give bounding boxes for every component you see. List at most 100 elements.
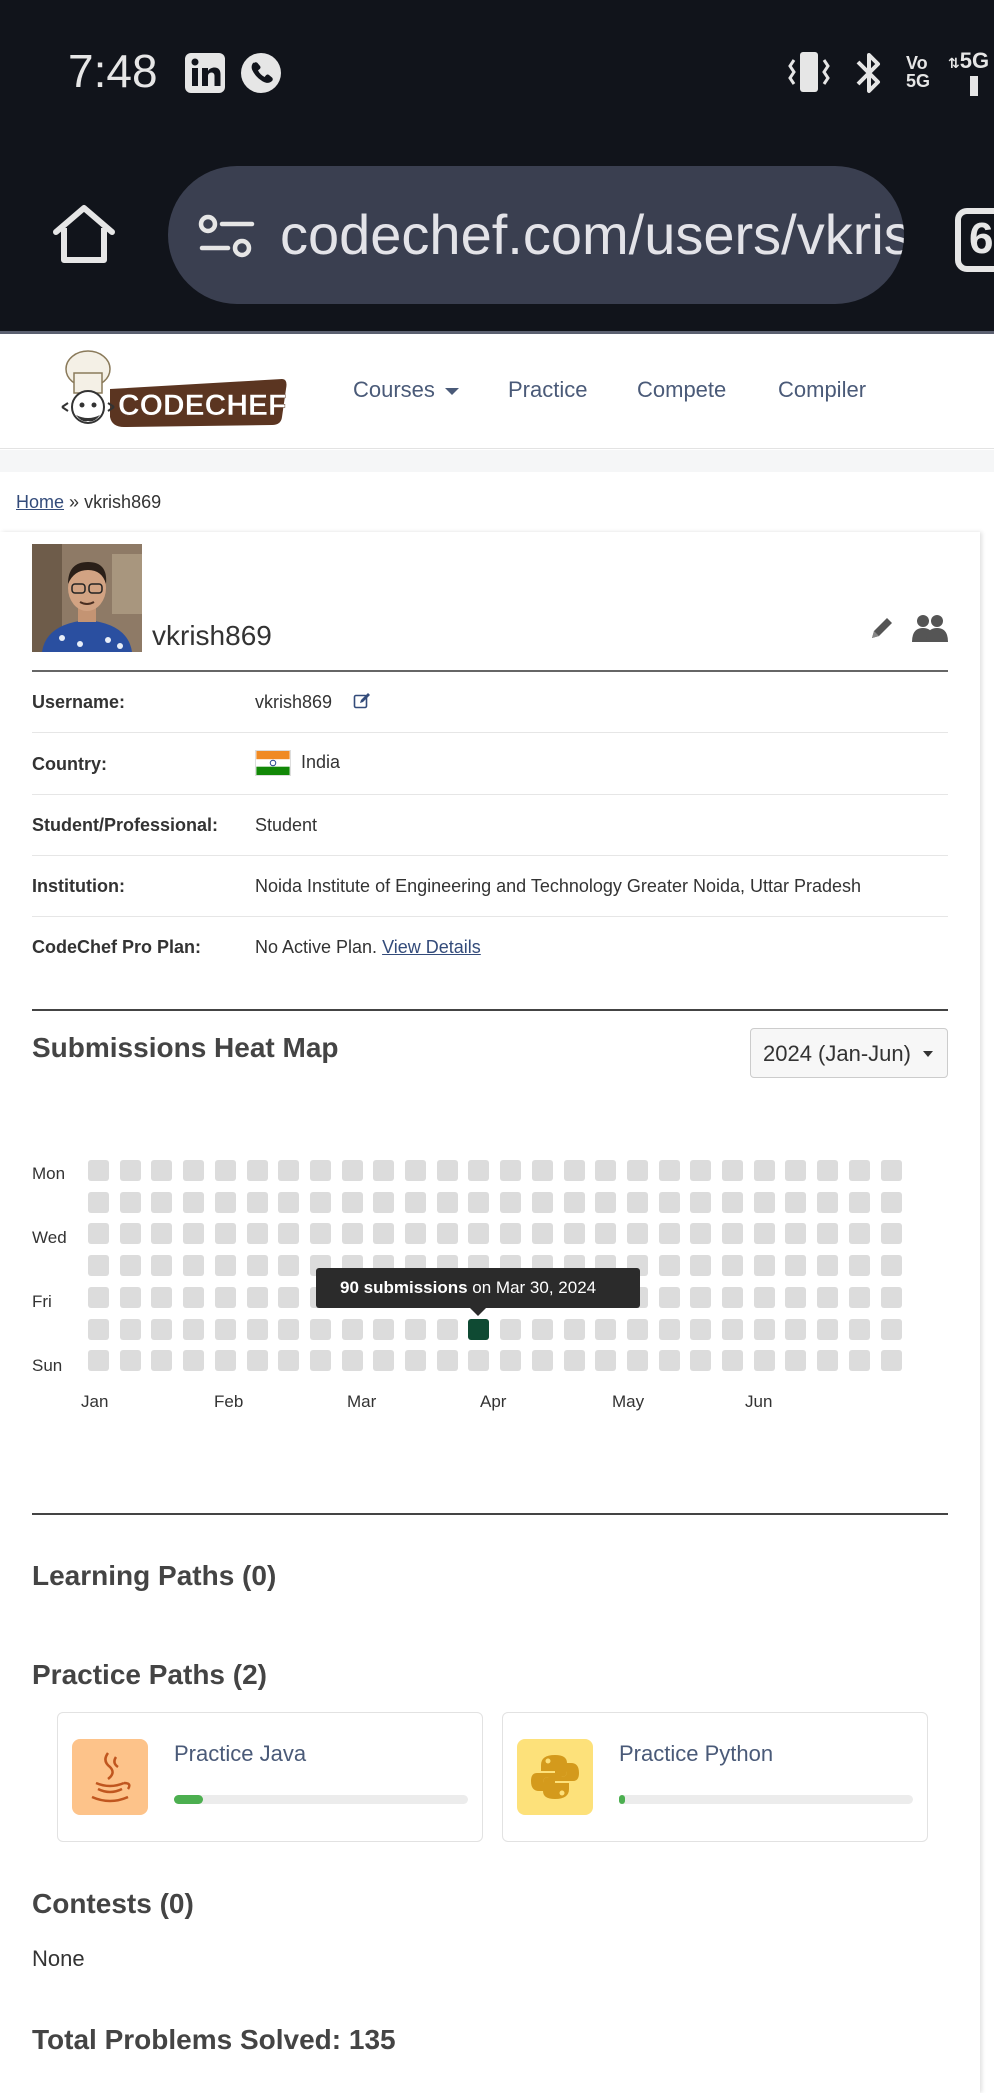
heatmap-cell[interactable] — [120, 1223, 141, 1244]
nav-practice[interactable]: Practice — [508, 377, 587, 403]
heatmap-cell[interactable] — [215, 1160, 236, 1181]
heatmap-cell[interactable] — [468, 1192, 489, 1213]
heatmap-cell[interactable] — [722, 1287, 743, 1308]
heatmap-cell[interactable] — [817, 1287, 838, 1308]
heatmap-cell[interactable] — [151, 1287, 172, 1308]
heatmap-cell[interactable] — [278, 1160, 299, 1181]
heatmap-cell[interactable] — [849, 1192, 870, 1213]
heatmap-cell[interactable] — [437, 1223, 458, 1244]
heatmap-cell[interactable] — [722, 1255, 743, 1276]
home-icon[interactable] — [50, 200, 118, 268]
year-select[interactable]: 2024 (Jan-Jun) — [750, 1028, 948, 1078]
heatmap-cell[interactable] — [627, 1192, 648, 1213]
heatmap-cell[interactable] — [247, 1192, 268, 1213]
heatmap-cell[interactable] — [151, 1319, 172, 1340]
heatmap-cell[interactable] — [405, 1160, 426, 1181]
heatmap-cell[interactable] — [183, 1160, 204, 1181]
site-settings-icon[interactable] — [198, 212, 256, 260]
edit-username-icon[interactable] — [353, 692, 371, 710]
heatmap-cell[interactable] — [310, 1319, 331, 1340]
heatmap-cell[interactable] — [849, 1160, 870, 1181]
heatmap-cell[interactable] — [881, 1255, 902, 1276]
heatmap-cell[interactable] — [817, 1255, 838, 1276]
heatmap-cell[interactable] — [342, 1319, 363, 1340]
heatmap-cell[interactable] — [468, 1160, 489, 1181]
tab-switcher-button[interactable]: 6 — [955, 208, 994, 272]
heatmap-cell[interactable] — [437, 1319, 458, 1340]
heatmap-cell[interactable] — [532, 1160, 553, 1181]
heatmap-cell[interactable] — [659, 1160, 680, 1181]
heatmap-cell[interactable] — [405, 1319, 426, 1340]
heatmap-cell[interactable] — [468, 1223, 489, 1244]
heatmap-cell[interactable] — [754, 1160, 775, 1181]
heatmap-cell[interactable] — [247, 1350, 268, 1371]
heatmap-cell[interactable] — [278, 1192, 299, 1213]
heatmap-cell[interactable] — [120, 1160, 141, 1181]
heatmap-cell[interactable] — [310, 1223, 331, 1244]
heatmap-cell[interactable] — [500, 1350, 521, 1371]
heatmap-cell[interactable] — [659, 1255, 680, 1276]
heatmap-cell[interactable] — [595, 1223, 616, 1244]
heatmap-cell[interactable] — [722, 1160, 743, 1181]
heatmap-cell[interactable] — [373, 1192, 394, 1213]
heatmap-cell[interactable] — [659, 1319, 680, 1340]
heatmap-cell[interactable] — [278, 1255, 299, 1276]
heatmap-cell[interactable] — [373, 1223, 394, 1244]
heatmap-cell[interactable] — [722, 1192, 743, 1213]
heatmap-cell[interactable] — [310, 1192, 331, 1213]
heatmap-cell[interactable] — [690, 1192, 711, 1213]
heatmap-cell[interactable] — [627, 1350, 648, 1371]
url-bar[interactable]: codechef.com/users/vkrish869 — [168, 166, 904, 304]
view-details-link[interactable]: View Details — [382, 937, 481, 957]
heatmap-cell[interactable] — [215, 1223, 236, 1244]
heatmap-cell[interactable] — [120, 1255, 141, 1276]
heatmap-cell[interactable] — [849, 1319, 870, 1340]
heatmap-cell[interactable] — [722, 1350, 743, 1371]
heatmap-cell[interactable] — [88, 1160, 109, 1181]
heatmap-cell[interactable] — [151, 1160, 172, 1181]
heatmap-cell[interactable] — [659, 1350, 680, 1371]
heatmap-cell[interactable] — [88, 1319, 109, 1340]
heatmap-cell[interactable] — [151, 1192, 172, 1213]
heatmap-cell[interactable] — [881, 1192, 902, 1213]
heatmap-cell[interactable] — [785, 1192, 806, 1213]
heatmap-cell[interactable] — [564, 1319, 585, 1340]
heatmap-cell[interactable] — [247, 1223, 268, 1244]
heatmap-cell[interactable] — [595, 1319, 616, 1340]
url-text[interactable]: codechef.com/users/vkrish869 — [280, 202, 904, 267]
heatmap-cell[interactable] — [690, 1255, 711, 1276]
practice-path-title[interactable]: Practice Python — [619, 1741, 773, 1767]
heatmap-cell[interactable] — [595, 1350, 616, 1371]
heatmap-cell[interactable] — [342, 1350, 363, 1371]
heatmap-cell[interactable] — [754, 1192, 775, 1213]
heatmap-cell[interactable] — [722, 1223, 743, 1244]
heatmap-cell[interactable] — [120, 1287, 141, 1308]
nav-compiler[interactable]: Compiler — [778, 377, 866, 403]
heatmap-cell[interactable] — [215, 1287, 236, 1308]
heatmap-cell[interactable] — [183, 1192, 204, 1213]
heatmap-cell[interactable] — [754, 1350, 775, 1371]
heatmap-cell[interactable] — [405, 1350, 426, 1371]
heatmap-cell[interactable] — [722, 1319, 743, 1340]
pencil-icon[interactable] — [868, 614, 896, 642]
heatmap-cell[interactable] — [437, 1192, 458, 1213]
heatmap-cell[interactable] — [437, 1160, 458, 1181]
heatmap-cell[interactable] — [310, 1350, 331, 1371]
heatmap-cell[interactable] — [785, 1287, 806, 1308]
heatmap-cell[interactable] — [373, 1319, 394, 1340]
heatmap-cell[interactable] — [437, 1350, 458, 1371]
heatmap-cell[interactable] — [247, 1255, 268, 1276]
heatmap-cell[interactable] — [785, 1319, 806, 1340]
heatmap-cell[interactable] — [690, 1160, 711, 1181]
heatmap-cell[interactable] — [817, 1319, 838, 1340]
heatmap-cell[interactable] — [278, 1350, 299, 1371]
heatmap-cell[interactable] — [595, 1192, 616, 1213]
heatmap-cell[interactable] — [278, 1287, 299, 1308]
heatmap-cell[interactable] — [342, 1192, 363, 1213]
heatmap-cell[interactable] — [690, 1319, 711, 1340]
heatmap-cell[interactable] — [785, 1350, 806, 1371]
nav-compete[interactable]: Compete — [637, 377, 726, 403]
heatmap-cell[interactable] — [881, 1160, 902, 1181]
heatmap-cell[interactable] — [754, 1223, 775, 1244]
heatmap-cell[interactable] — [817, 1350, 838, 1371]
